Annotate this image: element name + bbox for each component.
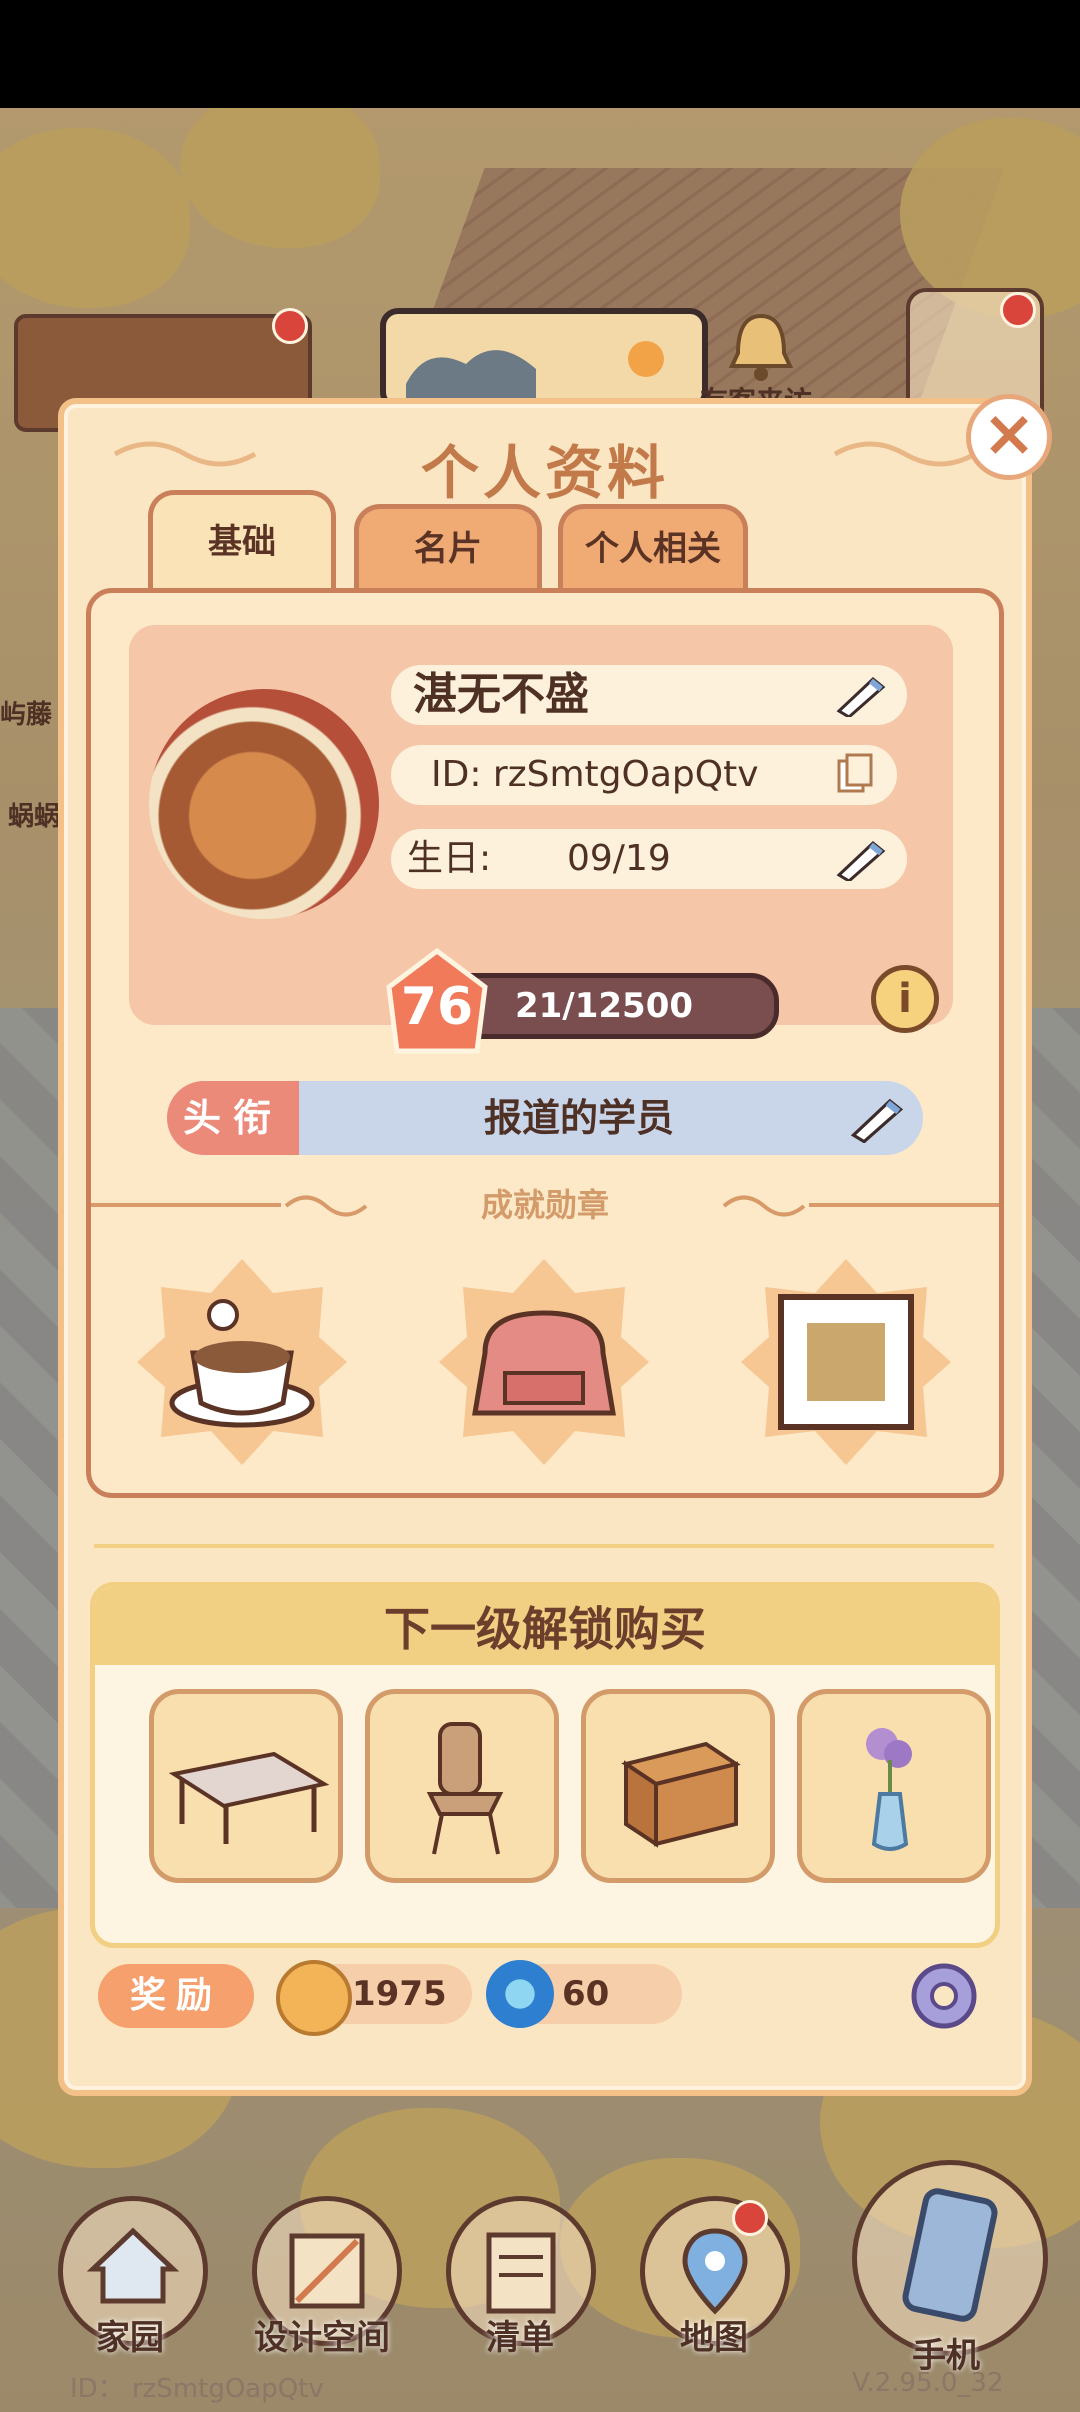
tab-personal[interactable]: 个人相关 xyxy=(558,504,748,591)
unlock-title: 下一级解锁购买 xyxy=(95,1587,995,1665)
level-badge: 76 xyxy=(385,947,489,1057)
left-label-2: 蜗蜗 xyxy=(8,802,61,832)
reward-label: 奖励 xyxy=(98,1964,254,2028)
bell-icon[interactable] xyxy=(726,308,796,388)
info-icon[interactable]: i xyxy=(871,965,939,1033)
armchair-medal-icon[interactable] xyxy=(435,1253,653,1471)
player-name: 湛无不盛 xyxy=(413,669,589,720)
avatar[interactable] xyxy=(149,689,379,919)
coin-reward: 1975 xyxy=(276,1960,472,2036)
version-label: V.2.95.0_32 xyxy=(852,2368,1004,2398)
name-row: 湛无不盛 xyxy=(391,665,907,725)
achievement-title: 成就勋章 xyxy=(480,1186,609,1224)
nav-list-label: 清单 xyxy=(486,2318,554,2358)
coin-icon xyxy=(276,1960,352,2036)
map-notification-dot xyxy=(732,2200,768,2236)
swirl-gem-icon xyxy=(486,1960,554,2028)
honor-title-label: 头衔 xyxy=(167,1081,299,1155)
birthday-row: 生日: 09/19 xyxy=(391,829,907,889)
edit-title-icon[interactable] xyxy=(847,1093,907,1143)
basic-info-card: 湛无不盛 ID: rzSmtgOapQtv 生日: 09/19 21/12500… xyxy=(86,588,1004,1498)
long-table-icon[interactable] xyxy=(149,1689,343,1883)
nav-home-label: 家园 xyxy=(96,2318,164,2358)
nav-design-label: 设计空间 xyxy=(254,2318,390,2358)
weather-widget[interactable] xyxy=(380,308,708,410)
gem-reward: 60 xyxy=(486,1960,682,2028)
achievement-header: 成就勋章 xyxy=(91,1185,999,1225)
level-number: 76 xyxy=(400,977,474,1037)
reward-bar: 奖励 1975 60 xyxy=(64,1960,1026,2044)
profile-panel: 个人资料 × 基础 名片 个人相关 湛无不盛 ID: rzSmtgOapQtv … xyxy=(58,394,1052,2096)
nav-map-label: 地图 xyxy=(680,2318,748,2358)
edit-birthday-icon[interactable] xyxy=(833,837,889,881)
tab-basic[interactable]: 基础 xyxy=(148,490,336,595)
copy-icon[interactable] xyxy=(835,753,875,797)
gem-amount: 60 xyxy=(562,1974,610,2014)
birthday-value: 09/19 xyxy=(567,838,671,879)
honor-title-value: 报道的学员 xyxy=(483,1096,674,1140)
tab-namecard[interactable]: 名片 xyxy=(354,504,542,591)
cabinet-icon[interactable] xyxy=(581,1689,775,1883)
footer-id: ID： rzSmtgOapQtv xyxy=(70,2374,324,2404)
phone-icon xyxy=(902,2188,998,2322)
profile-box: 湛无不盛 ID: rzSmtgOapQtv 生日: 09/19 21/12500… xyxy=(129,625,953,1054)
coin-amount: 1975 xyxy=(352,1974,447,2014)
divider xyxy=(94,1544,994,1548)
gear-icon[interactable] xyxy=(902,1954,986,2038)
close-icon[interactable]: × xyxy=(966,394,1052,480)
honor-title-row[interactable]: 头衔 报道的学员 xyxy=(167,1081,923,1155)
birthday-label: 生日: xyxy=(407,838,492,879)
next-level-unlock: 下一级解锁购买 xyxy=(90,1582,1000,1948)
stamp-medal-icon[interactable] xyxy=(737,1253,955,1471)
wooden-chair-icon[interactable] xyxy=(365,1689,559,1883)
nav-phone[interactable] xyxy=(852,2160,1048,2356)
id-row: ID: rzSmtgOapQtv xyxy=(391,745,897,805)
left-label-1: 屿藤 xyxy=(0,700,53,730)
coffee-cup-medal-icon[interactable] xyxy=(133,1253,351,1471)
player-id: ID: rzSmtgOapQtv xyxy=(431,754,759,795)
flower-vase-icon[interactable] xyxy=(797,1689,991,1883)
edit-pen-icon[interactable] xyxy=(833,673,889,717)
